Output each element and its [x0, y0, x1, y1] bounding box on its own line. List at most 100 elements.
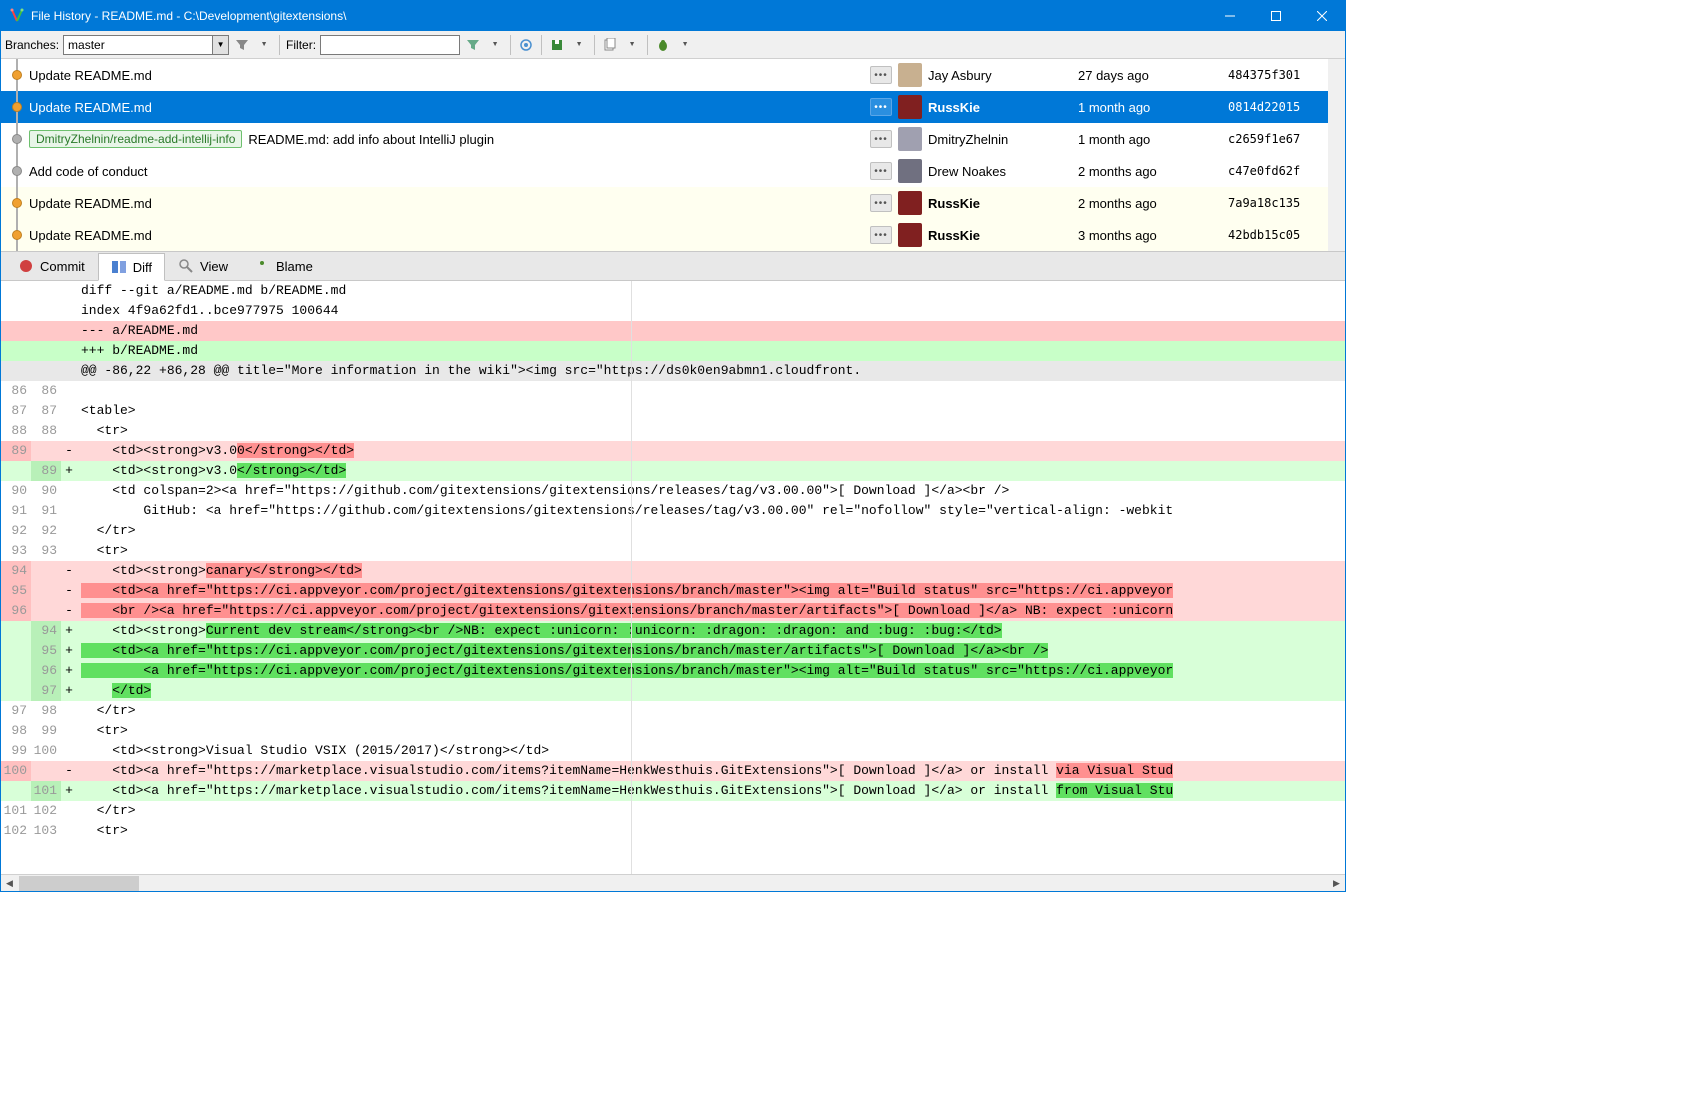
diff-line: 8787<table> [1, 401, 1345, 421]
commit-menu-button[interactable]: ••• [870, 98, 892, 116]
diff-line: 95- <td><a href="https://ci.appveyor.com… [1, 581, 1345, 601]
diff-line: 9393 <tr> [1, 541, 1345, 561]
diff-line: +++ b/README.md [1, 341, 1345, 361]
diff-line: 95+ <td><a href="https://ci.appveyor.com… [1, 641, 1345, 661]
commit-menu-button[interactable]: ••• [870, 194, 892, 212]
commit-message: Update README.md [29, 196, 152, 211]
author-avatar [898, 63, 922, 87]
commit-message: Update README.md [29, 68, 152, 83]
branches-label: Branches: [5, 38, 59, 52]
diff-line: 97+ </td> [1, 681, 1345, 701]
refresh-icon[interactable] [517, 36, 535, 54]
tab-view[interactable]: View [165, 252, 241, 280]
author-avatar [898, 127, 922, 151]
author-avatar [898, 191, 922, 215]
separator [510, 35, 511, 55]
diff-line: 89- <td><strong>v3.00</strong></td> [1, 441, 1345, 461]
diff-viewer[interactable]: diff --git a/README.md b/README.mdindex … [1, 281, 1345, 874]
commit-hash: 484375f301 [1228, 68, 1328, 82]
commit-icon [18, 258, 34, 274]
commit-row[interactable]: DmitryZhelnin/readme-add-intellij-info R… [1, 123, 1328, 155]
commit-message: Update README.md [29, 100, 152, 115]
save-icon[interactable] [548, 36, 566, 54]
author-avatar [898, 95, 922, 119]
commit-menu-button[interactable]: ••• [870, 130, 892, 148]
titlebar[interactable]: File History - README.md - C:\Developmen… [1, 1, 1345, 31]
branch-selector[interactable]: ▼ [63, 35, 229, 55]
close-button[interactable] [1299, 1, 1345, 31]
detail-tabs: Commit Diff View < ellipse cx="8" cy="9"… [1, 251, 1345, 281]
diff-line: 101102 </tr> [1, 801, 1345, 821]
graph-column [5, 91, 29, 123]
save-dropdown-icon[interactable]: ▼ [570, 36, 588, 54]
diff-line: 102103 <tr> [1, 821, 1345, 841]
diff-icon [111, 259, 127, 275]
filter-dropdown2-icon[interactable]: ▼ [486, 36, 504, 54]
commit-row[interactable]: Update README.md ••• Jay Asbury 27 days … [1, 59, 1328, 91]
diff-line: @@ -86,22 +86,28 @@ title="More informat… [1, 361, 1345, 381]
commit-row[interactable]: Update README.md ••• RussKie 3 months ag… [1, 219, 1328, 251]
commit-date: 2 months ago [1078, 196, 1228, 211]
commit-hash: c47e0fd62f [1228, 164, 1328, 178]
commit-menu-button[interactable]: ••• [870, 162, 892, 180]
commit-row[interactable]: Add code of conduct ••• Drew Noakes 2 mo… [1, 155, 1328, 187]
commit-row[interactable]: Update README.md ••• RussKie 2 months ag… [1, 187, 1328, 219]
commit-node-icon [12, 198, 22, 208]
horizontal-scrollbar[interactable]: ◀ ▶ [1, 874, 1345, 891]
diff-line: 101+ <td><a href="https://marketplace.vi… [1, 781, 1345, 801]
branch-tag[interactable]: DmitryZhelnin/readme-add-intellij-info [29, 130, 242, 148]
scrollbar-thumb[interactable] [19, 876, 139, 891]
app-icon [9, 8, 25, 24]
commit-message: Add code of conduct [29, 164, 148, 179]
blame-icon: < ellipse cx="8" cy="9" rx="4" ry="5" fi… [254, 258, 270, 274]
author-name: Jay Asbury [928, 68, 1078, 83]
copy-icon[interactable] [601, 36, 619, 54]
tab-diff[interactable]: Diff [98, 253, 165, 281]
diff-line: 100- <td><a href="https://marketplace.vi… [1, 761, 1345, 781]
filter-funnel-icon[interactable] [464, 36, 482, 54]
commit-node-icon [12, 134, 22, 144]
diff-line: 8888 <tr> [1, 421, 1345, 441]
commits-scrollbar[interactable] [1328, 59, 1345, 251]
commit-date: 2 months ago [1078, 164, 1228, 179]
commit-hash: 42bdb15c05 [1228, 228, 1328, 242]
tab-commit[interactable]: Commit [5, 252, 98, 280]
diff-line: 96+ <a href="https://ci.appveyor.com/pro… [1, 661, 1345, 681]
graph-column [5, 59, 29, 91]
author-name: DmitryZhelnin [928, 132, 1078, 147]
maximize-button[interactable] [1253, 1, 1299, 31]
graph-column [5, 187, 29, 219]
commit-node-icon [12, 166, 22, 176]
filter-label: Filter: [286, 38, 316, 52]
author-name: RussKie [928, 100, 1078, 115]
commit-node-icon [12, 230, 22, 240]
branch-input[interactable] [63, 35, 213, 55]
graph-column [5, 219, 29, 251]
separator [541, 35, 542, 55]
filter-input[interactable] [320, 35, 460, 55]
copy-dropdown-icon[interactable]: ▼ [623, 36, 641, 54]
diff-line: 8686 [1, 381, 1345, 401]
branch-dropdown-button[interactable]: ▼ [213, 35, 229, 55]
tab-blame[interactable]: < ellipse cx="8" cy="9" rx="4" ry="5" fi… [241, 252, 326, 280]
commit-date: 1 month ago [1078, 132, 1228, 147]
commit-menu-button[interactable]: ••• [870, 226, 892, 244]
commit-menu-button[interactable]: ••• [870, 66, 892, 84]
commit-hash: c2659f1e67 [1228, 132, 1328, 146]
graph-column [5, 123, 29, 155]
bug-dropdown-icon[interactable]: ▼ [676, 36, 694, 54]
diff-line: diff --git a/README.md b/README.md [1, 281, 1345, 301]
minimize-button[interactable] [1207, 1, 1253, 31]
bug-icon[interactable] [654, 36, 672, 54]
commit-message: README.md: add info about IntelliJ plugi… [248, 132, 494, 147]
graph-column [5, 155, 29, 187]
author-name: RussKie [928, 228, 1078, 243]
filter-dropdown-icon[interactable]: ▼ [255, 36, 273, 54]
commit-row[interactable]: Update README.md ••• RussKie 1 month ago… [1, 91, 1328, 123]
window-title: File History - README.md - C:\Developmen… [31, 9, 1207, 23]
commit-list[interactable]: Update README.md ••• Jay Asbury 27 days … [1, 59, 1345, 251]
commit-hash: 0814d22015 [1228, 100, 1328, 114]
filter-icon[interactable] [233, 36, 251, 54]
commit-node-icon [12, 70, 22, 80]
author-avatar [898, 159, 922, 183]
